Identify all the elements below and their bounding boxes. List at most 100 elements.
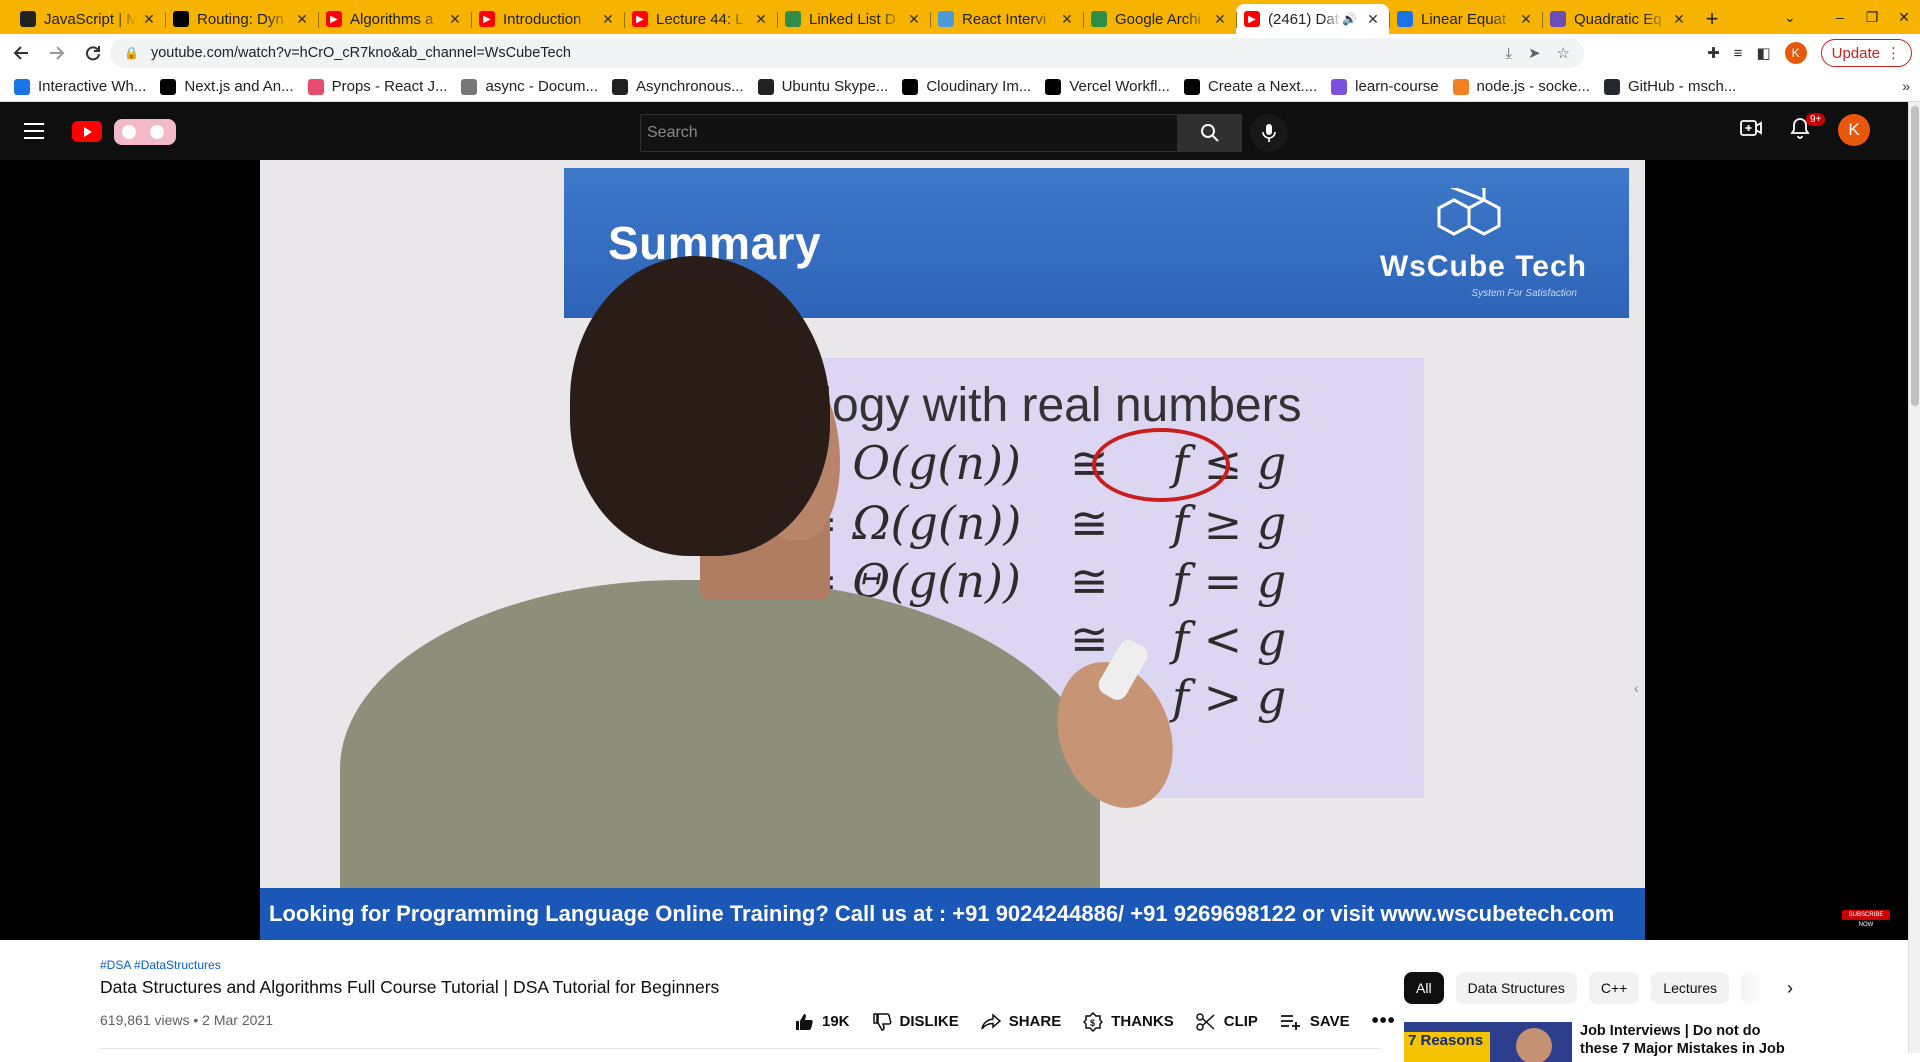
new-tab-button[interactable]: + — [1695, 4, 1729, 34]
minimize-icon[interactable]: – — [1824, 9, 1856, 25]
back-button[interactable] — [6, 38, 36, 68]
share-button[interactable]: SHARE — [980, 1012, 1061, 1031]
close-tab-icon[interactable]: ✕ — [600, 11, 616, 28]
speaker-icon[interactable]: 🔊 — [1342, 12, 1357, 26]
youtube-logo[interactable] — [72, 121, 102, 142]
browser-tab[interactable]: ▶ Introduction ✕ — [471, 4, 624, 34]
bookmark-star-icon[interactable]: ☆ — [1557, 44, 1570, 62]
close-tab-icon[interactable]: ✕ — [753, 11, 769, 28]
close-tab-icon[interactable]: ✕ — [141, 11, 157, 28]
thanks-button[interactable]: $ THANKS — [1083, 1011, 1174, 1032]
filter-chip[interactable]: All — [1404, 972, 1444, 1004]
filter-chip[interactable]: C++ — [1588, 972, 1640, 1004]
bookmark-item[interactable]: learn-course — [1331, 78, 1439, 95]
side-panel-chevron-icon[interactable]: ‹ — [1634, 680, 1642, 698]
browser-tab[interactable]: ▶ (2461) Dat 🔊 ✕ — [1236, 4, 1389, 34]
bookmark-item[interactable]: Cloudinary Im... — [902, 78, 1031, 95]
bookmark-item[interactable]: Create a Next.... — [1183, 78, 1317, 95]
video-hashtags[interactable]: #DSA #DataStructures — [100, 958, 221, 972]
close-tab-icon[interactable]: ✕ — [1518, 11, 1534, 28]
bookmark-item[interactable]: Vercel Workfl... — [1045, 78, 1170, 95]
tab-title: Linear Equat — [1421, 10, 1507, 28]
clip-button[interactable]: CLIP — [1195, 1012, 1258, 1032]
bookmark-label: Asynchronous... — [636, 78, 744, 95]
close-tab-icon[interactable]: ✕ — [1671, 11, 1687, 28]
forward-button[interactable] — [42, 38, 72, 68]
account-avatar[interactable]: K — [1838, 114, 1870, 146]
browser-tab[interactable]: ▶ Lecture 44: L ✕ — [624, 4, 777, 34]
close-window-icon[interactable]: ✕ — [1888, 9, 1920, 26]
microphone-icon — [1262, 124, 1276, 142]
create-video-icon[interactable] — [1740, 119, 1762, 142]
bookmark-item[interactable]: Asynchronous... — [612, 78, 744, 95]
red-marker-circle — [1092, 428, 1230, 502]
menu-icon[interactable] — [24, 123, 44, 139]
recommended-video-thumbnail[interactable]: 7 Reasons — [1404, 1022, 1572, 1062]
voice-search-button[interactable] — [1250, 114, 1288, 152]
youtube-icon: ▶ — [1244, 11, 1260, 27]
page-scrollbar[interactable] — [1908, 102, 1920, 1053]
search-button[interactable] — [1178, 114, 1242, 152]
address-bar[interactable]: 🔒 youtube.com/watch?v=hCrO_cR7kno&ab_cha… — [110, 38, 1584, 68]
bookmark-item[interactable]: async - Docum... — [461, 78, 598, 95]
like-button[interactable]: 19K — [794, 1012, 850, 1032]
reload-button[interactable] — [78, 38, 108, 68]
browser-tab[interactable]: Google Archi ✕ — [1083, 4, 1236, 34]
dislike-label: DISLIKE — [899, 1013, 959, 1030]
search-input[interactable] — [640, 114, 1178, 152]
browser-tab[interactable]: ▶ Algorithms a ✕ — [318, 4, 471, 34]
bookmark-item[interactable]: Ubuntu Skype... — [757, 78, 889, 95]
close-tab-icon[interactable]: ✕ — [1212, 11, 1228, 28]
slide-row-rhs: f = g — [1172, 554, 1287, 608]
bookmark-item[interactable]: node.js - socke... — [1452, 78, 1590, 95]
save-button[interactable]: SAVE — [1280, 1013, 1350, 1031]
close-tab-icon[interactable]: ✕ — [1365, 11, 1381, 28]
bookmark-label: node.js - socke... — [1476, 78, 1590, 95]
bookmark-item[interactable]: Props - React J... — [307, 78, 447, 95]
more-menu-icon: ⋮ — [1886, 45, 1901, 62]
more-actions-button[interactable]: ••• — [1372, 1010, 1396, 1033]
lock-icon[interactable]: 🔒 — [124, 46, 139, 60]
tab-title: Quadratic Eq — [1574, 10, 1662, 28]
browser-tab[interactable]: Quadratic Eq ✕ — [1542, 4, 1695, 34]
notifications-bell-icon[interactable]: 9+ — [1790, 112, 1826, 144]
mdn-icon — [20, 11, 36, 27]
extensions-icon[interactable]: ✚ — [1707, 44, 1720, 62]
scissors-icon — [1195, 1012, 1215, 1031]
browser-tab[interactable]: Routing: Dyn ✕ — [165, 4, 318, 34]
side-panel-icon[interactable]: ◧ — [1756, 44, 1770, 62]
filter-chip[interactable]: Lectures — [1651, 972, 1729, 1004]
video-player[interactable]: Summary WsCube Tech System For Satisfact… — [0, 160, 1908, 940]
send-icon[interactable]: ➤ — [1528, 44, 1541, 62]
browser-tab[interactable]: React Intervi ✕ — [930, 4, 1083, 34]
chevron-right-icon[interactable]: › — [1787, 978, 1793, 999]
bookmark-favicon-icon — [1045, 78, 1062, 95]
video-frame[interactable]: Summary WsCube Tech System For Satisfact… — [260, 160, 1645, 940]
youtube-doodle-logo[interactable] — [114, 119, 176, 145]
dislike-button[interactable]: DISLIKE — [872, 1012, 959, 1032]
scrollbar-thumb[interactable] — [1911, 106, 1919, 406]
install-app-icon[interactable]: ⤓ — [1505, 45, 1512, 62]
close-tab-icon[interactable]: ✕ — [1059, 11, 1075, 28]
tab-search-icon[interactable]: ⌄ — [1774, 9, 1806, 26]
browser-tab[interactable]: Linked List D ✕ — [777, 4, 930, 34]
close-tab-icon[interactable]: ✕ — [294, 11, 310, 28]
bookmark-label: async - Docum... — [485, 78, 599, 95]
slide-heading: nalogy with real numbers — [768, 379, 1302, 432]
super-thanks-icon: $ — [1083, 1011, 1104, 1032]
filter-chip[interactable]: Data Structures — [1455, 972, 1577, 1004]
browser-tab[interactable]: Linear Equat ✕ — [1389, 4, 1542, 34]
close-tab-icon[interactable]: ✕ — [447, 11, 463, 28]
restore-icon[interactable]: ❐ — [1856, 9, 1888, 26]
bookmarks-overflow-icon[interactable]: » — [1902, 78, 1910, 94]
bookmark-item[interactable]: Next.js and An... — [160, 78, 294, 95]
bookmark-item[interactable]: GitHub - msch... — [1603, 78, 1736, 95]
update-button[interactable]: Update ⋮ — [1820, 39, 1912, 67]
media-controls-icon[interactable]: ≡ — [1734, 45, 1743, 62]
bookmark-label: Ubuntu Skype... — [781, 78, 889, 95]
browser-tab[interactable]: JavaScript | M ✕ — [12, 4, 165, 34]
close-tab-icon[interactable]: ✕ — [906, 11, 922, 28]
subscribe-now-watermark[interactable]: SUBSCRIBE NOW — [1842, 910, 1890, 928]
profile-avatar[interactable]: K — [1784, 42, 1807, 64]
bookmark-item[interactable]: Interactive Wh... — [14, 78, 146, 95]
